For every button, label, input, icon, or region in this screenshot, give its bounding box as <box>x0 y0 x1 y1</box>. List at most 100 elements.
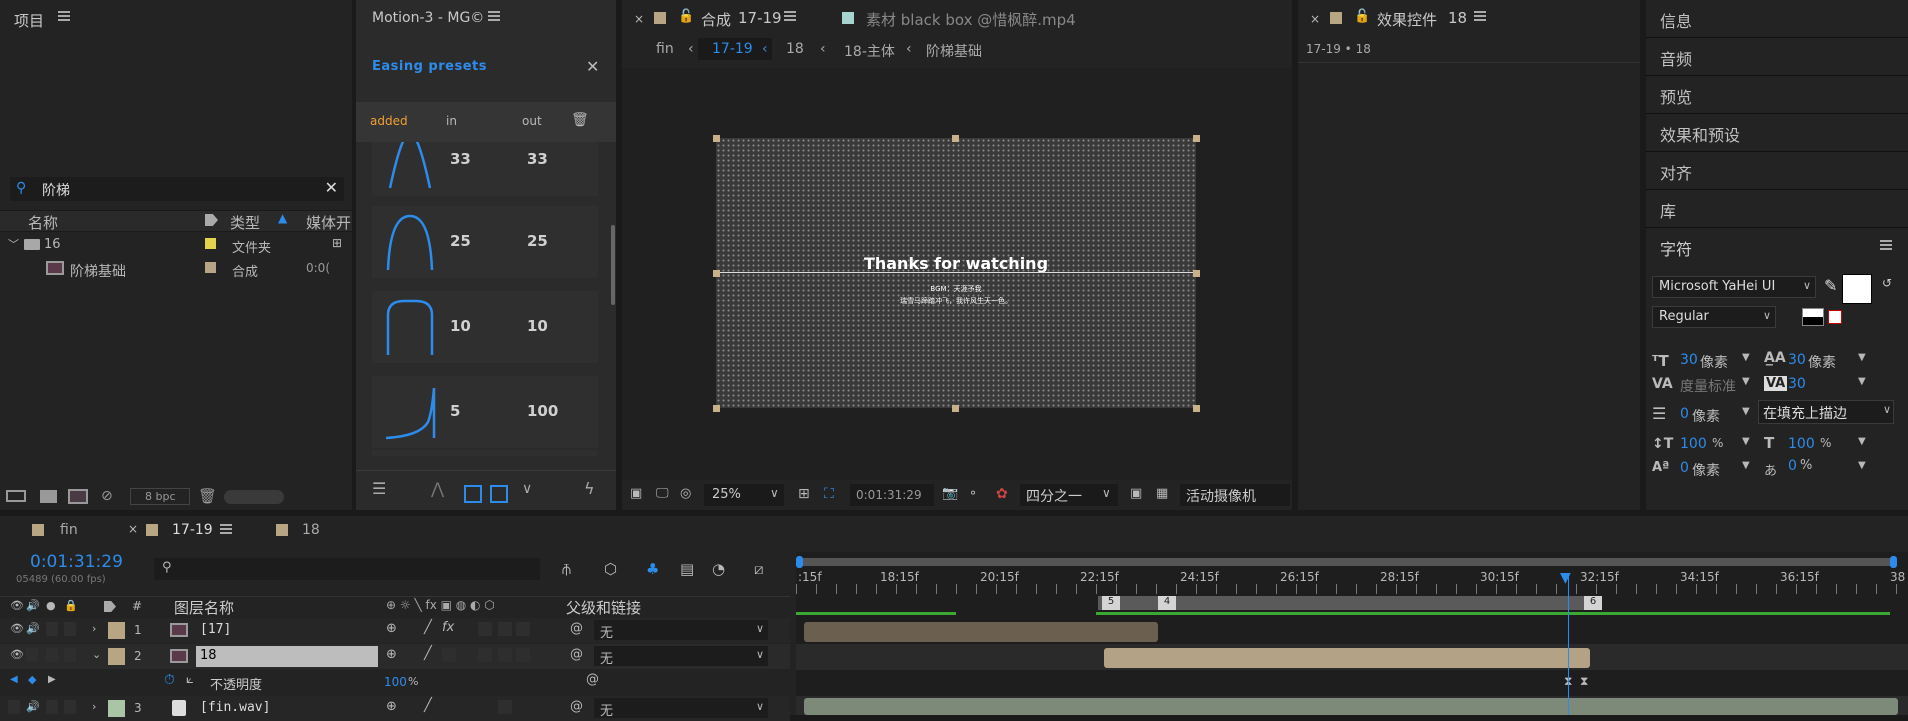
right-panel-item[interactable]: 效果和预设 <box>1660 122 1740 146</box>
switch-box[interactable] <box>498 700 512 714</box>
property-value[interactable]: 100 <box>384 675 407 689</box>
switch-box[interactable] <box>498 648 512 662</box>
render-flow-icon[interactable]: ⊘ <box>101 488 113 504</box>
camera-select[interactable]: 活动摄像机 <box>1180 484 1290 506</box>
project-search-field[interactable]: ⚲ 阶梯 ✕ <box>10 177 344 201</box>
marker[interactable]: 5 <box>1102 596 1120 610</box>
chevron-down-icon[interactable]: ▼ <box>1742 406 1750 417</box>
current-timecode[interactable]: 0:01:31:29 <box>30 552 123 572</box>
delete-icon[interactable]: 🗑 <box>198 487 217 505</box>
prev-keyframe-icon[interactable]: ◀ <box>10 674 18 685</box>
audio-icon[interactable]: 🔊 <box>26 700 40 713</box>
swap-colors-icon[interactable]: ↺ <box>1882 276 1892 290</box>
bpc-button[interactable]: 8 bpc <box>130 488 190 505</box>
clear-search-icon[interactable]: ✕ <box>325 178 338 197</box>
panel-menu-icon[interactable] <box>1880 240 1892 250</box>
layer-name[interactable]: 18 <box>200 648 217 663</box>
layer-name[interactable]: [17] <box>200 622 231 637</box>
black-white-swatch[interactable] <box>1802 308 1824 326</box>
switch-box[interactable] <box>478 622 492 636</box>
close-icon[interactable]: ✕ <box>586 57 599 76</box>
baseline-shift-value[interactable]: 0 <box>1680 460 1689 476</box>
col-parent[interactable]: 父级和链接 <box>566 597 641 618</box>
panel-menu-icon[interactable] <box>1474 11 1486 21</box>
transform-handle[interactable] <box>1193 405 1200 412</box>
label-swatch-tan[interactable] <box>205 262 216 273</box>
col-media[interactable]: 媒体开 <box>306 212 351 233</box>
keyframe-marker[interactable]: ⧗ <box>1580 674 1588 689</box>
chevron-down-icon[interactable]: ▼ <box>1742 460 1750 471</box>
col-layer-name[interactable]: 图层名称 <box>174 597 234 618</box>
stroke-width-value[interactable]: 0 <box>1680 406 1689 422</box>
font-style-select[interactable]: Regular ∨ <box>1652 306 1776 328</box>
shy-layers-icon[interactable]: ♣ <box>646 560 659 578</box>
easing-card[interactable]: 10 10 <box>372 291 598 363</box>
transform-handle[interactable] <box>1193 135 1200 142</box>
chevron-down-icon[interactable]: ∨ <box>522 481 532 497</box>
transform-handle[interactable] <box>713 270 720 277</box>
chevron-right-icon[interactable]: › <box>92 700 96 713</box>
pickwhip-icon[interactable]: @ <box>570 621 583 636</box>
mask-icon[interactable]: ⛶ <box>824 486 834 502</box>
pickwhip-icon[interactable]: @ <box>570 699 583 714</box>
marker[interactable]: 4 <box>1158 596 1176 610</box>
font-size-value[interactable]: 30 <box>1680 352 1698 368</box>
panel-menu-icon[interactable] <box>784 11 796 21</box>
flowchart-icon[interactable]: ⊞ <box>332 236 342 250</box>
comp-frame[interactable]: Thanks for watching BGM：天涯予我 瑞雪马蹄踏冲飞，我许风… <box>716 138 1196 408</box>
breadcrumb-item[interactable]: 18-主体 <box>844 41 895 61</box>
switch-box[interactable] <box>516 622 530 636</box>
panel-menu-icon[interactable] <box>488 11 500 21</box>
chevron-down-icon[interactable]: ▼ <box>1742 376 1750 387</box>
layer-row-selected[interactable]: 👁 ⌄ 2 18 ⊕ ╱ @ 无 ∨ <box>0 644 790 669</box>
chevron-down-icon[interactable]: ▼ <box>1858 436 1866 447</box>
lock-box[interactable] <box>64 700 76 714</box>
graph-editor-icon[interactable]: ⧄ <box>754 560 764 578</box>
audio-icon[interactable]: 🔊 <box>26 622 40 635</box>
switch-box[interactable] <box>516 648 530 662</box>
time-ruler[interactable]: :15f 18:15f 20:15f 22:15f 24:15f 26:15f … <box>796 568 1908 596</box>
motion-blur-icon[interactable]: ◔ <box>712 560 725 578</box>
draft-3d-icon[interactable]: ⬡ <box>604 560 617 578</box>
tab-out[interactable]: out <box>522 114 542 128</box>
timeline-tab-active[interactable]: 17-19 <box>172 522 213 538</box>
col-name[interactable]: 名称 <box>28 212 58 233</box>
layer-row[interactable]: 🔊 › 3 [fin.wav] ⊕ ╱ @ 无 ∨ <box>0 696 790 721</box>
vertical-scale-value[interactable]: 100 <box>1680 436 1707 452</box>
transparency-grid-icon[interactable]: ▦ <box>1156 486 1168 501</box>
solo-box[interactable] <box>46 700 58 714</box>
lock-box[interactable] <box>64 648 76 662</box>
easing-card[interactable]: 33 33 <box>372 142 598 196</box>
visibility-icon[interactable]: 👁 <box>10 648 24 661</box>
work-area-bar[interactable] <box>798 558 1896 566</box>
timeline-tab[interactable]: 18 <box>302 522 320 538</box>
layer-duration-bar[interactable] <box>804 622 1158 642</box>
vr-icon[interactable]: ◎ <box>680 486 691 501</box>
comp-tab-label[interactable]: 合成 <box>701 9 731 30</box>
kerning-value[interactable]: 度量标准 <box>1680 376 1736 396</box>
new-folder-icon[interactable] <box>40 490 57 503</box>
collapse-switch-icon[interactable]: ⊕ <box>386 699 397 714</box>
time-graph[interactable]: :15f 18:15f 20:15f 22:15f 24:15f 26:15f … <box>796 552 1908 715</box>
chevron-down-icon[interactable]: ﹀ <box>8 236 19 252</box>
right-panel-item[interactable]: 音频 <box>1660 46 1692 70</box>
chevron-down-icon[interactable]: ▼ <box>1742 352 1750 363</box>
lock-box[interactable] <box>64 622 76 636</box>
right-panel-item[interactable]: 信息 <box>1660 8 1692 32</box>
switch-box[interactable] <box>498 622 512 636</box>
easing-card[interactable]: 5 100 <box>372 376 598 448</box>
frame-blending-icon[interactable]: ▤ <box>680 560 694 578</box>
pickwhip-icon[interactable]: @ <box>570 647 583 662</box>
next-keyframe-icon[interactable]: ▶ <box>48 674 56 685</box>
label-swatch-yellow[interactable] <box>205 238 216 249</box>
layer-name[interactable]: [fin.wav] <box>200 700 270 715</box>
right-panel-item[interactable]: 对齐 <box>1660 160 1692 184</box>
marker[interactable]: 6 <box>1584 596 1602 610</box>
project-row-folder[interactable]: ﹀ 16 文件夹 ⊞ <box>0 234 352 256</box>
parent-select[interactable]: 无 ∨ <box>594 620 768 641</box>
audio-box[interactable] <box>26 648 38 662</box>
transform-handle[interactable] <box>952 135 959 142</box>
property-row[interactable]: ◀ ◆ ▶ ⏱ ⟀ 不透明度 100 % @ <box>0 670 790 695</box>
chevron-down-icon[interactable]: ▼ <box>1858 352 1866 363</box>
leading-value[interactable]: 30 <box>1788 352 1806 368</box>
